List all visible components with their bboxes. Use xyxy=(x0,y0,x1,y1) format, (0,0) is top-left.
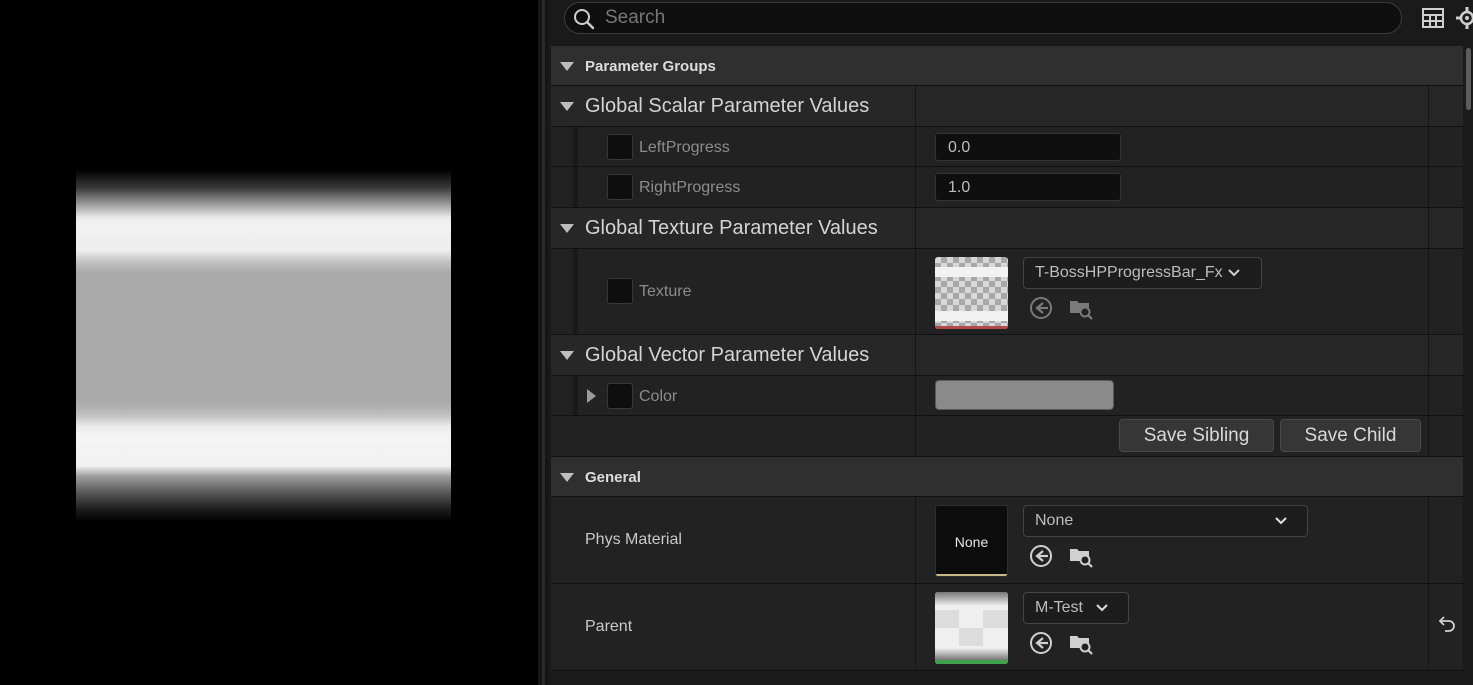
search-input[interactable] xyxy=(605,6,1385,30)
indent-bar xyxy=(573,249,578,334)
material-preview-image xyxy=(76,170,451,522)
group-label: Global Vector Parameter Values xyxy=(585,344,870,366)
panel-splitter[interactable] xyxy=(538,0,548,685)
category-label: Parameter Groups xyxy=(585,58,716,75)
group-label: Global Scalar Parameter Values xyxy=(585,95,870,117)
property-rows: Parameter Groups Global Scalar Parameter… xyxy=(551,46,1463,671)
chevron-down-icon xyxy=(1275,517,1287,525)
search-bar xyxy=(548,0,1473,46)
column-divider xyxy=(1428,208,1429,248)
prop-label: Parent xyxy=(585,618,633,635)
column-divider xyxy=(915,249,916,334)
expand-arrow-icon[interactable] xyxy=(560,351,574,360)
column-divider xyxy=(1428,249,1429,334)
texture-asset-name: T-BossHPProgressBar_Fx xyxy=(1035,264,1223,281)
category-label: General xyxy=(585,469,641,486)
param-row-texture: Texture T-BossHPProgressBar_Fx xyxy=(551,249,1463,335)
prop-label: Phys Material xyxy=(585,531,682,548)
column-divider xyxy=(915,167,916,207)
scrollbar-thumb[interactable] xyxy=(1466,48,1471,110)
param-label: Texture xyxy=(639,283,692,300)
expand-arrow-icon[interactable] xyxy=(560,224,574,233)
viewport-preview[interactable] xyxy=(0,0,538,685)
override-checkbox[interactable] xyxy=(607,174,633,200)
column-divider xyxy=(915,208,916,248)
scalar-value: 0.0 xyxy=(948,139,971,156)
column-divider xyxy=(915,127,916,166)
search-box[interactable] xyxy=(564,2,1402,34)
save-child-button[interactable]: Save Child xyxy=(1280,419,1421,452)
texture-thumbnail[interactable] xyxy=(935,257,1008,329)
save-buttons-row: Save Sibling Save Child xyxy=(551,416,1463,457)
reset-to-default-icon[interactable] xyxy=(1435,614,1457,636)
texture-asset-dropdown[interactable]: T-BossHPProgressBar_Fx xyxy=(1023,257,1262,289)
color-swatch[interactable] xyxy=(935,380,1114,410)
column-divider xyxy=(915,416,916,456)
expand-arrow-icon[interactable] xyxy=(560,62,574,71)
scalar-value-field[interactable]: 0.0 xyxy=(935,133,1121,161)
column-divider xyxy=(1428,127,1429,166)
scrollbar-track[interactable] xyxy=(1463,46,1473,685)
param-label: LeftProgress xyxy=(639,139,730,156)
save-sibling-button[interactable]: Save Sibling xyxy=(1119,419,1274,452)
column-divider xyxy=(1428,376,1429,415)
prop-row-parent: Parent M-Test xyxy=(551,584,1463,671)
parent-material-dropdown[interactable]: M-Test xyxy=(1023,592,1129,624)
override-checkbox[interactable] xyxy=(607,134,633,160)
thumbnail-none-text: None xyxy=(954,534,989,550)
column-divider xyxy=(915,584,916,670)
column-divider xyxy=(1428,335,1429,375)
column-divider xyxy=(915,86,916,126)
category-parameter-groups[interactable]: Parameter Groups xyxy=(551,46,1463,86)
expand-arrow-icon[interactable] xyxy=(560,473,574,482)
column-divider xyxy=(1428,167,1429,207)
indent-bar xyxy=(573,167,578,207)
table-view-icon[interactable] xyxy=(1421,6,1445,30)
parent-material-thumbnail[interactable] xyxy=(935,592,1008,664)
chevron-down-icon xyxy=(1096,604,1108,612)
indent-bar xyxy=(573,376,578,415)
scalar-value: 1.0 xyxy=(948,179,971,196)
indent-bar xyxy=(573,127,578,166)
param-row-leftprogress: LeftProgress 0.0 xyxy=(551,127,1463,167)
search-icon xyxy=(574,9,595,30)
use-selected-asset-icon[interactable] xyxy=(1028,630,1054,656)
column-divider xyxy=(915,376,916,415)
prop-row-phys-material: Phys Material None None xyxy=(551,497,1463,584)
column-divider xyxy=(915,497,916,583)
column-divider xyxy=(1428,416,1429,456)
group-global-vector[interactable]: Global Vector Parameter Values xyxy=(551,335,1463,376)
expand-arrow-icon[interactable] xyxy=(587,389,596,403)
param-label: RightProgress xyxy=(639,179,741,196)
settings-gear-icon[interactable] xyxy=(1455,6,1473,30)
parent-material-value: M-Test xyxy=(1035,599,1083,616)
details-panel: Parameter Groups Global Scalar Parameter… xyxy=(548,0,1473,685)
group-global-texture[interactable]: Global Texture Parameter Values xyxy=(551,208,1463,249)
browse-to-asset-icon[interactable] xyxy=(1068,630,1094,656)
scalar-value-field[interactable]: 1.0 xyxy=(935,173,1121,201)
column-divider xyxy=(1428,584,1429,670)
category-general[interactable]: General xyxy=(551,457,1463,497)
expand-arrow-icon[interactable] xyxy=(560,102,574,111)
column-divider xyxy=(1428,86,1429,126)
browse-to-asset-icon[interactable] xyxy=(1068,543,1094,569)
phys-material-thumbnail[interactable]: None xyxy=(935,505,1008,577)
chevron-down-icon xyxy=(1228,269,1240,277)
group-global-scalar[interactable]: Global Scalar Parameter Values xyxy=(551,86,1463,127)
phys-material-dropdown[interactable]: None xyxy=(1023,505,1308,537)
phys-material-value: None xyxy=(1035,512,1074,529)
column-divider xyxy=(915,335,916,375)
param-row-rightprogress: RightProgress 1.0 xyxy=(551,167,1463,208)
use-selected-asset-icon[interactable] xyxy=(1028,295,1054,321)
group-label: Global Texture Parameter Values xyxy=(585,217,878,239)
override-checkbox[interactable] xyxy=(607,278,633,304)
override-checkbox[interactable] xyxy=(607,383,633,409)
param-row-color: Color xyxy=(551,376,1463,416)
param-label: Color xyxy=(639,388,678,405)
column-divider xyxy=(1428,497,1429,583)
use-selected-asset-icon[interactable] xyxy=(1028,543,1054,569)
browse-to-asset-icon[interactable] xyxy=(1068,295,1094,321)
